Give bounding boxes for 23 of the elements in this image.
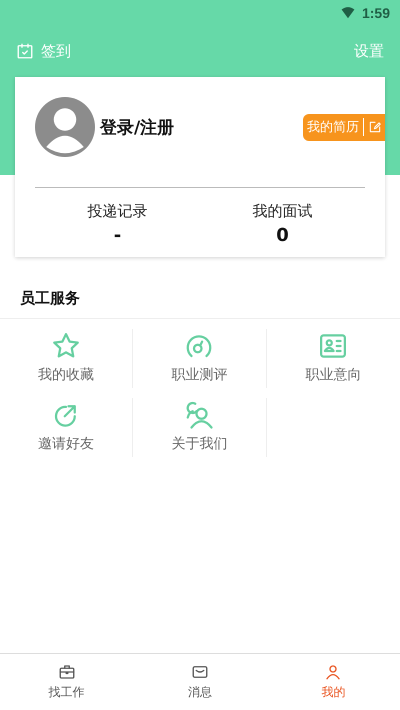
stat-label[interactable]: 我的面试 bbox=[252, 202, 312, 221]
nav-tab[interactable]: 找工作 bbox=[0, 654, 134, 710]
calendar-icon bbox=[16, 42, 34, 60]
person-icon bbox=[324, 663, 342, 681]
nav-tab[interactable]: 消息 bbox=[133, 654, 267, 710]
service-item[interactable]: 职业测评 bbox=[133, 329, 267, 388]
status-time: 1:59 bbox=[362, 5, 390, 21]
service-item[interactable]: 我的收藏 bbox=[0, 329, 134, 388]
briefcase-icon bbox=[58, 663, 76, 681]
login-link[interactable]: 登录/注册 bbox=[100, 116, 174, 138]
service-item[interactable]: 职业意向 bbox=[266, 329, 400, 388]
service-item[interactable]: 邀请好友 bbox=[0, 398, 134, 457]
edit-icon bbox=[368, 120, 382, 134]
stat-value: 0 bbox=[276, 225, 289, 246]
stat-value: - bbox=[114, 225, 122, 246]
wifi-icon bbox=[340, 6, 356, 20]
service-item[interactable]: 关于我们 bbox=[133, 398, 267, 457]
nav-tab[interactable]: 我的 bbox=[266, 654, 400, 710]
section-title: 员工服务 bbox=[0, 289, 400, 319]
stat-label[interactable]: 投递记录 bbox=[88, 202, 148, 221]
avatar-icon bbox=[35, 97, 95, 157]
mail-icon bbox=[190, 663, 209, 681]
people-icon bbox=[184, 400, 214, 430]
